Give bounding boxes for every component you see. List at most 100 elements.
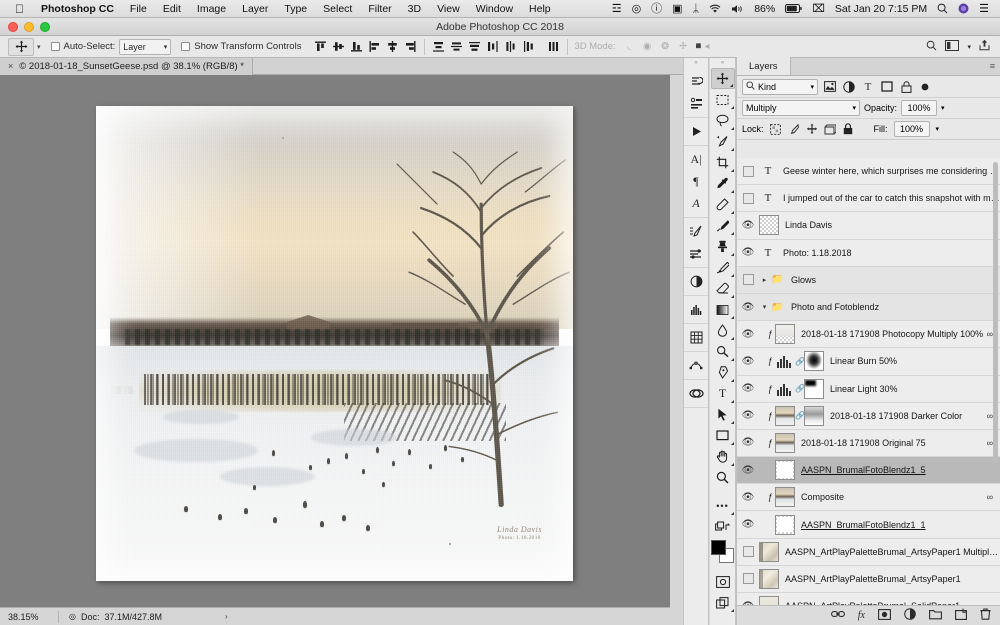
layer-visibility-toggle[interactable]: 👁 — [737, 348, 759, 375]
maximize-window-button[interactable] — [40, 22, 50, 32]
menu-item-3d[interactable]: 3D — [400, 0, 429, 18]
table-row[interactable]: 👁 ƒ 2018-01-18 171908 Photocopy Multiply… — [737, 321, 1000, 349]
table-row[interactable]: 👁 ƒ Composite ∞ — [737, 484, 1000, 512]
actions-panel-icon[interactable] — [684, 92, 708, 114]
spotlight-search-icon[interactable] — [932, 3, 953, 14]
layer-visibility-toggle[interactable]: 👁 — [737, 294, 759, 321]
new-layer-button[interactable] — [955, 608, 967, 623]
menu-item-select[interactable]: Select — [315, 0, 360, 18]
menu-item-filter[interactable]: Filter — [360, 0, 399, 18]
lock-artboard-nesting-icon[interactable] — [824, 122, 836, 136]
menu-item-layer[interactable]: Layer — [234, 0, 276, 18]
layer-style-button[interactable]: fx — [858, 610, 865, 621]
workspace-switcher-icon[interactable] — [945, 39, 960, 54]
align-left-edges-icon[interactable] — [367, 39, 382, 55]
filter-smart-objects-icon[interactable] — [899, 80, 913, 94]
paths-panel-icon[interactable] — [684, 354, 708, 376]
lasso-tool[interactable] — [711, 110, 735, 131]
apple-menu-icon[interactable]:  — [6, 0, 33, 18]
distribute-horizontal-centers-icon[interactable] — [503, 39, 518, 55]
chevron-down-icon[interactable]: ▾ — [967, 43, 971, 51]
libraries-panel-icon[interactable] — [684, 382, 708, 404]
table-row[interactable]: T Geese winter here, which surprises me … — [737, 158, 1000, 186]
table-row[interactable]: 👁 ƒ 🔗 Linear Light 30% — [737, 375, 1000, 403]
display-icon[interactable]: ▣ — [667, 0, 687, 18]
layers-scrollbar[interactable] — [993, 162, 998, 462]
tab-layers[interactable]: Layers — [737, 57, 791, 75]
blend-mode-dropdown[interactable]: Multiply ▾ — [742, 100, 860, 116]
layer-mask-thumbnail[interactable] — [804, 351, 824, 372]
brush-tool[interactable] — [711, 215, 735, 236]
table-row[interactable]: AASPN_ArtPlayPaletteBrumal_ArtsyPaper1 M… — [737, 538, 1000, 566]
table-row[interactable]: 👁 ▾ 📁 Photo and Fotoblendz — [737, 293, 1000, 322]
brush-settings-panel-icon[interactable] — [684, 220, 708, 242]
delete-layer-button[interactable] — [980, 608, 991, 623]
distribute-right-edges-icon[interactable] — [521, 39, 536, 55]
layer-filter-kind-dropdown[interactable]: Kind ▾ — [742, 78, 818, 95]
distribute-left-edges-icon[interactable] — [485, 39, 500, 55]
show-transform-controls-checkbox[interactable] — [181, 42, 191, 51]
layer-thumbnail[interactable] — [775, 487, 795, 508]
rectangular-marquee-tool[interactable] — [711, 89, 735, 110]
spot-healing-brush-tool[interactable] — [711, 194, 735, 215]
table-row[interactable]: 👁 T Photo: 1.18.2018 — [737, 239, 1000, 267]
align-right-edges-icon[interactable] — [403, 39, 418, 55]
layer-visibility-toggle[interactable]: 👁 — [737, 239, 759, 266]
volume-icon[interactable] — [726, 4, 749, 14]
add-layer-mask-button[interactable] — [878, 608, 891, 623]
history-panel-icon[interactable] — [684, 70, 708, 92]
share-icon[interactable] — [979, 39, 990, 54]
layer-visibility-toggle[interactable]: 👁 — [737, 402, 759, 429]
adjustments-panel-icon[interactable] — [684, 270, 708, 292]
document-canvas[interactable]: ░▒░▒ Linda Davis Photo: 1.18.2018 — [96, 106, 573, 581]
wifi-icon[interactable] — [704, 4, 726, 14]
dodge-tool[interactable] — [711, 341, 735, 362]
layer-visibility-toggle[interactable] — [737, 266, 759, 293]
notification-center-icon[interactable]: ☰ — [974, 0, 994, 18]
move-tool[interactable] — [710, 68, 735, 89]
align-top-edges-icon[interactable] — [313, 39, 328, 55]
eyedropper-tool[interactable] — [711, 173, 735, 194]
layer-thumbnail[interactable] — [759, 541, 779, 562]
link-layers-button[interactable] — [830, 609, 845, 622]
glyphs-panel-icon[interactable]: A — [684, 192, 708, 214]
paragraph-panel-icon[interactable]: ¶ — [684, 170, 708, 192]
zoom-tool[interactable] — [711, 467, 735, 488]
pattern-panel-icon[interactable] — [684, 326, 708, 348]
character-panel-icon[interactable]: A| — [684, 148, 708, 170]
pen-tool[interactable] — [711, 362, 735, 383]
canvas-area[interactable]: ░▒░▒ Linda Davis Photo: 1.18.2018 — [0, 75, 670, 607]
opacity-chevron-icon[interactable]: ▾ — [941, 104, 945, 112]
filter-type-layers-icon[interactable]: T — [861, 80, 875, 94]
bluetooth-icon[interactable]: ᛦ — [688, 0, 705, 18]
status-expand-arrow-icon[interactable]: › — [225, 612, 228, 621]
brush-presets-panel-icon[interactable] — [684, 242, 708, 264]
mask-link-icon[interactable]: 🔗 — [795, 411, 805, 420]
table-row[interactable]: 👁 AASPN_BrumalFotoBlendz1_5 — [737, 457, 1000, 485]
tool-preset-chevron-icon[interactable]: ▾ — [37, 43, 41, 51]
align-horizontal-centers-icon[interactable] — [385, 39, 400, 55]
collapse-panels-icon[interactable]: « — [684, 58, 708, 68]
chevron-down-icon[interactable]: ▾ — [759, 303, 770, 311]
table-row[interactable]: 👁 Linda Davis — [737, 212, 1000, 240]
menu-item-file[interactable]: File — [122, 0, 155, 18]
layer-visibility-toggle[interactable] — [737, 565, 759, 592]
collapse-toolbar-icon[interactable]: « — [710, 58, 735, 68]
blur-tool[interactable] — [711, 320, 735, 341]
lock-image-pixels-icon[interactable] — [788, 122, 800, 136]
menu-item-edit[interactable]: Edit — [155, 0, 189, 18]
quick-selection-tool[interactable] — [711, 131, 735, 152]
filter-shape-layers-icon[interactable] — [880, 80, 894, 94]
table-row[interactable]: 👁 ƒ 2018-01-18 171908 Original 75 ∞ — [737, 429, 1000, 458]
color-swatches[interactable] — [710, 540, 735, 564]
panel-menu-icon[interactable]: ≡ — [990, 57, 1000, 75]
new-group-button[interactable] — [929, 609, 942, 623]
adjustment-layer-thumbnail[interactable] — [775, 379, 795, 399]
layer-visibility-toggle[interactable]: 👁 — [737, 429, 759, 456]
layer-mask-thumbnail[interactable] — [804, 405, 824, 426]
layer-thumbnail[interactable] — [775, 460, 795, 481]
fill-chevron-icon[interactable]: ▾ — [936, 125, 940, 133]
zoom-level[interactable]: 38.15% — [0, 612, 58, 622]
mask-link-icon[interactable]: 🔗 — [795, 384, 805, 393]
menu-item-type[interactable]: Type — [276, 0, 315, 18]
